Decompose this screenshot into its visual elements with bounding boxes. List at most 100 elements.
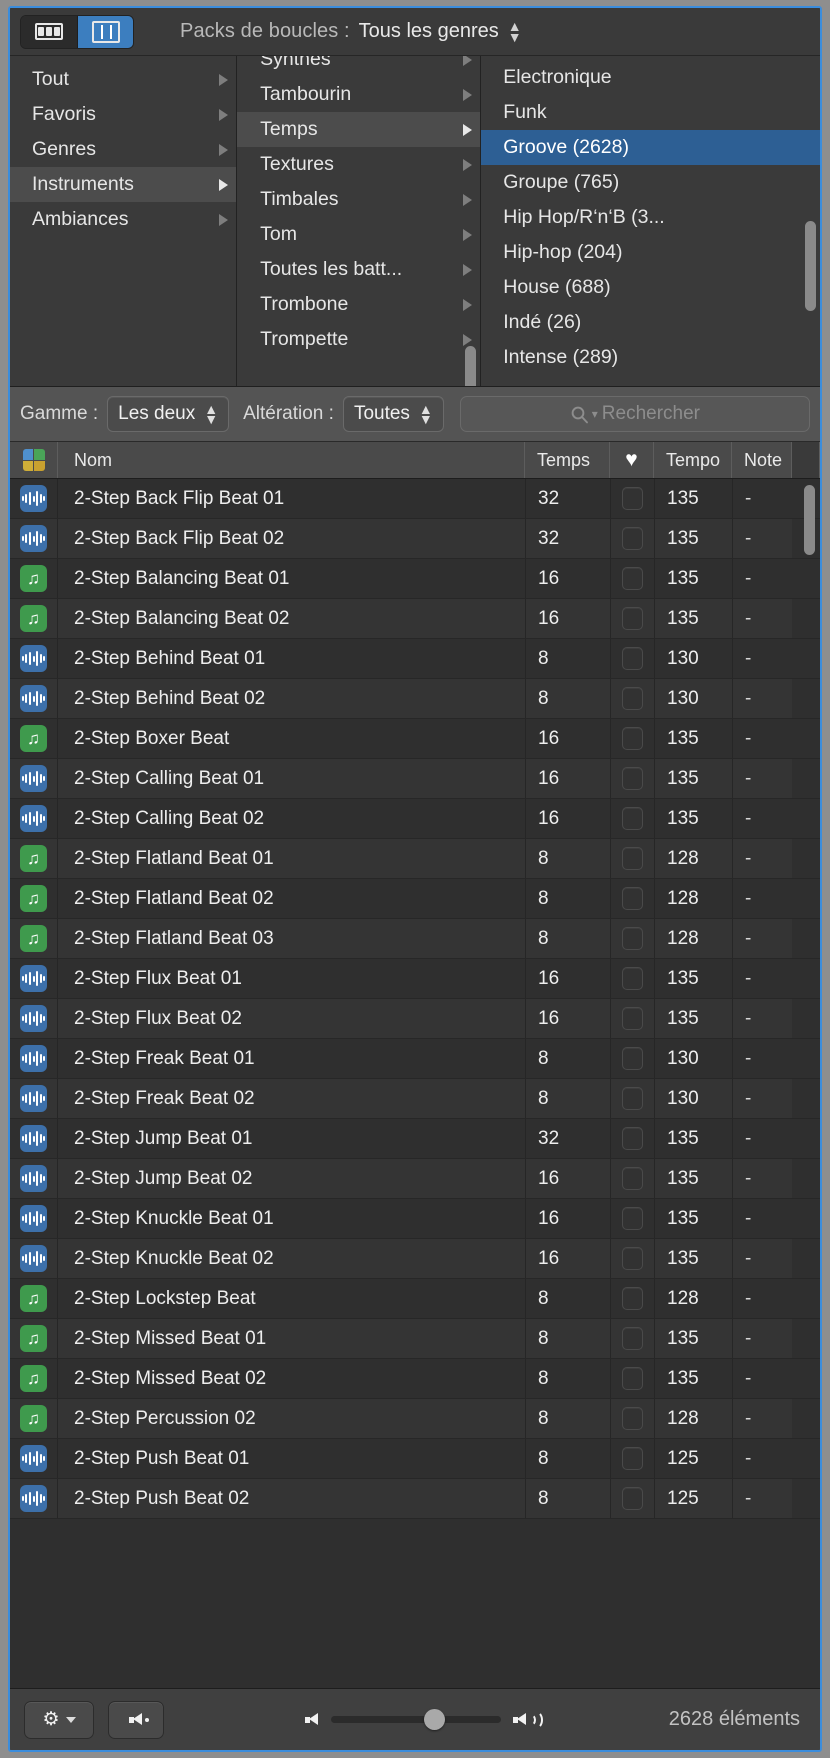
row-favorite-cell[interactable]: [610, 719, 654, 758]
table-row[interactable]: 2-Step Calling Beat 02 16 135-: [10, 799, 820, 839]
favorite-checkbox[interactable]: [622, 1287, 643, 1310]
table-row[interactable]: ♫ 2-Step Balancing Beat 01 16 135-: [10, 559, 820, 599]
loop-packs-stepper-icon[interactable]: ▲ ▼: [508, 19, 522, 43]
favorite-checkbox[interactable]: [622, 607, 643, 630]
favorite-checkbox[interactable]: [622, 727, 643, 750]
column-header-note[interactable]: Note: [732, 442, 792, 478]
favorite-checkbox[interactable]: [622, 1087, 643, 1110]
favorite-checkbox[interactable]: [622, 1007, 643, 1030]
browser-item[interactable]: Groupe (765): [481, 165, 820, 200]
browser-item[interactable]: Tom: [237, 217, 480, 252]
browser-item[interactable]: Intense (289): [481, 340, 820, 375]
table-row[interactable]: ♫ 2-Step Flatland Beat 02 8 128-: [10, 879, 820, 919]
row-favorite-cell[interactable]: [610, 1439, 654, 1478]
browser-item[interactable]: Tambourin: [237, 77, 480, 112]
favorite-checkbox[interactable]: [622, 887, 643, 910]
table-row[interactable]: ♫ 2-Step Missed Beat 01 8 135-: [10, 1319, 820, 1359]
alteration-popup-button[interactable]: Toutes ▲ ▼: [342, 396, 444, 432]
browser-item[interactable]: Favoris: [10, 97, 236, 132]
favorite-checkbox[interactable]: [622, 927, 643, 950]
row-favorite-cell[interactable]: [610, 759, 654, 798]
row-favorite-cell[interactable]: [610, 679, 654, 718]
column-header-name[interactable]: Nom: [58, 442, 525, 478]
settings-menu-button[interactable]: ⚙: [24, 1700, 94, 1739]
row-favorite-cell[interactable]: [610, 839, 654, 878]
row-favorite-cell[interactable]: [610, 1079, 654, 1118]
table-row[interactable]: 2-Step Jump Beat 01 32 135-: [10, 1119, 820, 1159]
favorite-checkbox[interactable]: [622, 647, 643, 670]
table-row[interactable]: 2-Step Push Beat 02 8 125-: [10, 1479, 820, 1519]
search-chevron-down-icon[interactable]: ▾: [592, 407, 598, 421]
browser-item[interactable]: Hip Hop/R‘n‘B (3...: [481, 200, 820, 235]
row-favorite-cell[interactable]: [610, 999, 654, 1038]
browser-item[interactable]: Instruments: [10, 167, 237, 202]
table-row[interactable]: ♫ 2-Step Boxer Beat 16 135-: [10, 719, 820, 759]
column-header-tempo[interactable]: Tempo: [654, 442, 732, 478]
table-row[interactable]: 2-Step Behind Beat 02 8 130-: [10, 679, 820, 719]
favorite-checkbox[interactable]: [622, 1447, 643, 1470]
favorite-checkbox[interactable]: [622, 1047, 643, 1070]
favorite-checkbox[interactable]: [622, 967, 643, 990]
table-row[interactable]: ♫ 2-Step Flatland Beat 03 8 128-: [10, 919, 820, 959]
favorite-checkbox[interactable]: [622, 687, 643, 710]
browser-item[interactable]: Electronique: [481, 60, 820, 95]
table-scrollbar[interactable]: [804, 485, 815, 555]
browser-item[interactable]: Genres: [10, 132, 236, 167]
mute-button[interactable]: [108, 1700, 164, 1739]
favorite-checkbox[interactable]: [622, 847, 643, 870]
table-row[interactable]: 2-Step Knuckle Beat 02 16 135-: [10, 1239, 820, 1279]
search-input[interactable]: ▾ Rechercher: [459, 396, 810, 432]
browser-column-genres[interactable]: Electronique Funk Groove (2628) Groupe (765…: [481, 56, 820, 386]
favorite-checkbox[interactable]: [622, 1207, 643, 1230]
row-favorite-cell[interactable]: [610, 1039, 654, 1078]
table-row[interactable]: 2-Step Back Flip Beat 01 32 135-: [10, 479, 820, 519]
table-row[interactable]: 2-Step Flux Beat 02 16 135-: [10, 999, 820, 1039]
row-favorite-cell[interactable]: [610, 479, 654, 518]
favorite-checkbox[interactable]: [622, 1407, 643, 1430]
table-row[interactable]: 2-Step Flux Beat 01 16 135-: [10, 959, 820, 999]
browser-item[interactable]: Trombone: [237, 287, 480, 322]
favorite-checkbox[interactable]: [622, 1127, 643, 1150]
row-favorite-cell[interactable]: [610, 879, 654, 918]
column3-scrollbar[interactable]: [805, 66, 816, 378]
favorite-checkbox[interactable]: [622, 1487, 643, 1510]
favorite-checkbox[interactable]: [622, 1247, 643, 1270]
browser-item[interactable]: Toutes les batt...: [237, 252, 480, 287]
table-row[interactable]: 2-Step Behind Beat 01 8 130-: [10, 639, 820, 679]
browser-item[interactable]: Tout: [10, 62, 236, 97]
table-row[interactable]: ♫ 2-Step Percussion 02 8 128-: [10, 1399, 820, 1439]
browser-item[interactable]: Indé (26): [481, 305, 820, 340]
favorite-checkbox[interactable]: [622, 807, 643, 830]
row-favorite-cell[interactable]: [610, 599, 654, 638]
table-row[interactable]: 2-Step Freak Beat 02 8 130-: [10, 1079, 820, 1119]
browser-item[interactable]: House (688): [481, 270, 820, 305]
row-favorite-cell[interactable]: [610, 1199, 654, 1238]
column-view-button[interactable]: [77, 15, 133, 48]
favorite-checkbox[interactable]: [622, 1167, 643, 1190]
browser-item[interactable]: Funk: [481, 95, 820, 130]
browser-item[interactable]: Textures: [237, 147, 480, 182]
favorite-checkbox[interactable]: [622, 1367, 643, 1390]
browser-item[interactable]: Ambiances: [10, 202, 236, 237]
browser-item[interactable]: Trompette: [237, 322, 480, 357]
table-row[interactable]: ♫ 2-Step Flatland Beat 01 8 128-: [10, 839, 820, 879]
row-favorite-cell[interactable]: [610, 1239, 654, 1278]
table-row[interactable]: ♫ 2-Step Balancing Beat 02 16 135-: [10, 599, 820, 639]
browser-column-categories[interactable]: Tout Favoris Genres Instruments Ambiances: [10, 56, 238, 386]
column-header-favorite[interactable]: ♥: [610, 442, 654, 478]
browser-item[interactable]: Hip-hop (204): [481, 235, 820, 270]
table-row[interactable]: 2-Step Jump Beat 02 16 135-: [10, 1159, 820, 1199]
view-mode-segmented-control[interactable]: [20, 14, 134, 49]
table-row[interactable]: ♫ 2-Step Lockstep Beat 8 128-: [10, 1279, 820, 1319]
row-favorite-cell[interactable]: [610, 639, 654, 678]
column2-scrollbar[interactable]: [465, 156, 477, 386]
table-row[interactable]: ♫ 2-Step Missed Beat 02 8 135-: [10, 1359, 820, 1399]
browser-item[interactable]: Temps: [237, 112, 481, 147]
volume-slider-knob[interactable]: [424, 1709, 446, 1730]
row-favorite-cell[interactable]: [610, 1359, 654, 1398]
row-favorite-cell[interactable]: [610, 1399, 654, 1438]
favorite-checkbox[interactable]: [622, 567, 643, 590]
row-favorite-cell[interactable]: [610, 959, 654, 998]
browser-column-instruments[interactable]: Synthés Tambourin Temps Textures Timbales Tom…: [237, 56, 482, 386]
row-favorite-cell[interactable]: [610, 799, 654, 838]
